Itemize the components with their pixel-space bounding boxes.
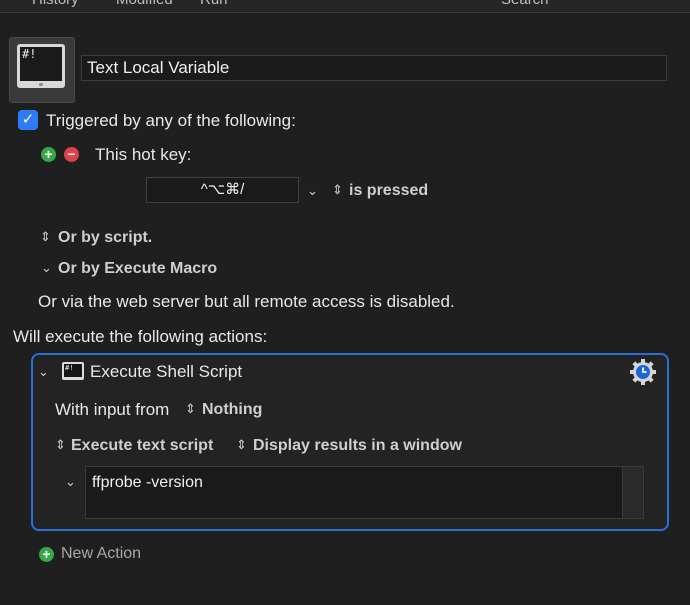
search-tab[interactable]: Search: [501, 0, 549, 8]
action-title: Execute Shell Script: [90, 362, 243, 381]
actions-heading: Will execute the following actions:: [13, 327, 268, 346]
by-script-popup[interactable]: Or by script.: [58, 229, 152, 247]
pressed-updown-icon[interactable]: ⇕: [332, 182, 343, 198]
input-from-label: With input from: [55, 400, 170, 419]
history-tab[interactable]: History: [32, 0, 79, 8]
macro-name-field[interactable]: Text Local Variable: [81, 55, 667, 81]
script-collapse-chevron-icon[interactable]: ⌄: [65, 474, 76, 490]
script-scrollbar[interactable]: [622, 467, 643, 518]
remove-trigger-button[interactable]: −: [64, 147, 79, 162]
web-server-note: Or via the web server but all remote acc…: [38, 292, 455, 311]
by-script-updown-icon[interactable]: ⇕: [40, 229, 51, 245]
execute-macro-chevron-down-icon[interactable]: ⌄: [41, 260, 52, 276]
action-gear-icon[interactable]: [629, 358, 657, 386]
input-from-updown-icon[interactable]: ⇕: [185, 401, 196, 417]
output-popup[interactable]: Display results in a window: [253, 437, 462, 455]
hotkey-label: This hot key:: [95, 145, 192, 164]
mode-popup[interactable]: Execute text script: [71, 437, 213, 455]
input-from-popup[interactable]: Nothing: [202, 401, 262, 419]
pressed-popup[interactable]: is pressed: [349, 182, 428, 200]
script-content[interactable]: ffprobe -version: [92, 474, 203, 492]
triggered-label: Triggered by any of the following:: [46, 111, 296, 130]
triggered-checkbox[interactable]: ✓: [18, 110, 38, 130]
by-execute-macro-popup[interactable]: Or by Execute Macro: [58, 260, 217, 278]
hotkey-chevron-down-icon[interactable]: ⌄: [307, 183, 318, 199]
terminal-icon: #!: [17, 44, 65, 88]
new-action-button[interactable]: New Action: [61, 545, 141, 563]
action-collapse-chevron-icon[interactable]: ⌄: [38, 364, 49, 380]
modified-tab[interactable]: Modified: [116, 0, 173, 8]
add-trigger-button[interactable]: +: [41, 147, 56, 162]
toolbar: History Modified Run Search: [0, 0, 690, 13]
terminal-icon: #!: [62, 362, 84, 380]
macro-icon-well[interactable]: #!: [9, 37, 75, 103]
hotkey-field[interactable]: ^⌥⌘/: [146, 177, 299, 203]
run-tab[interactable]: Run: [200, 0, 228, 8]
output-updown-icon[interactable]: ⇕: [236, 437, 247, 453]
mode-updown-icon[interactable]: ⇕: [55, 437, 66, 453]
new-action-plus-icon[interactable]: +: [39, 547, 54, 562]
